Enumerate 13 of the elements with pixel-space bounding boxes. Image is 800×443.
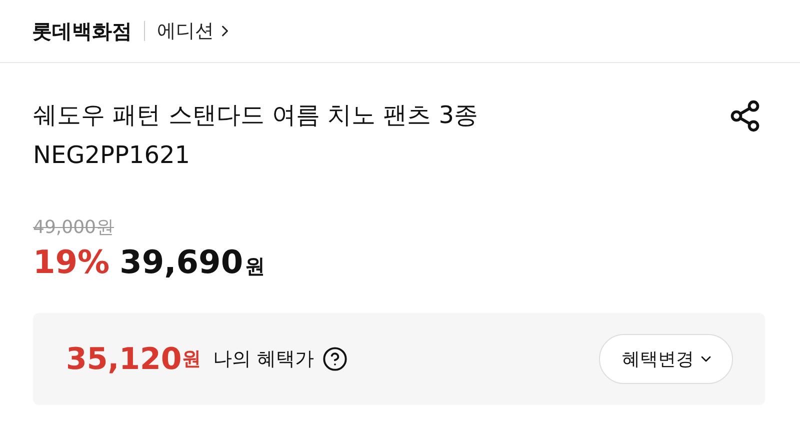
share-button[interactable] [728,99,762,133]
currency-unit: 원 [182,347,201,372]
currency-unit: 원 [245,253,266,280]
benefit-price: 35,120 [66,342,182,376]
change-benefit-button[interactable]: 혜택변경 [599,334,733,384]
help-icon[interactable] [322,346,348,372]
edition-link[interactable]: 에디션 [157,18,234,44]
brand-name: 롯데백화점 [32,18,132,44]
discount-rate: 19% [33,243,110,281]
product-title: 쉐도우 패턴 스탠다드 여름 치노 팬츠 3종 [33,100,478,131]
sale-price: 39,690 [120,243,244,281]
product-code: NEG2PP1621 [33,141,192,169]
benefit-label: 나의 혜택가 [212,347,314,372]
